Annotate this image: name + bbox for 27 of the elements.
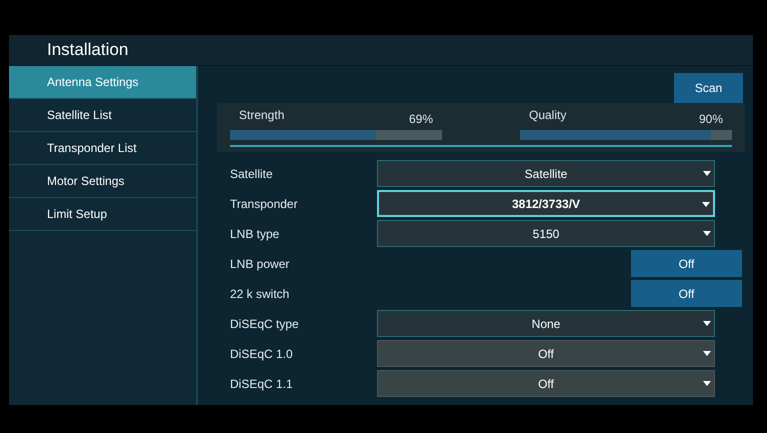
meter-reading: 90% [698, 111, 723, 126]
dropdown-field[interactable]: 5150 [377, 220, 715, 247]
meter-label: Strength [239, 107, 284, 124]
dropdown-caret-icon [702, 202, 710, 207]
setting-label: Transponder [230, 196, 299, 212]
dropdown-caret-icon [703, 231, 711, 236]
setting-label: DiSEqC 1.1 [230, 376, 294, 392]
setting-label: LNB power [230, 256, 290, 272]
toggle-button[interactable]: Off [631, 280, 742, 307]
setting-label: 22 k switch [230, 286, 290, 302]
meter-label: Quality [529, 107, 566, 124]
dropdown-field[interactable]: 3812/3733/V [377, 190, 715, 217]
setting-label: DiSEqC 1.0 [230, 346, 294, 362]
dropdown-field[interactable]: None [377, 310, 715, 337]
sidebar-item[interactable]: Antenna Settings [9, 66, 196, 99]
setting-label: LNB type [230, 226, 280, 242]
scan-button[interactable]: Scan [674, 73, 743, 103]
dropdown-caret-icon [703, 171, 711, 176]
toggle-button[interactable]: Off [631, 250, 742, 277]
meter-reading: 69% [408, 111, 433, 126]
dropdown-caret-icon [703, 351, 711, 356]
setting-label: DiSEqC type [230, 316, 300, 332]
dropdown-caret-icon [703, 321, 711, 326]
dropdown-field[interactable]: Satellite [377, 160, 715, 187]
page-title: Installation [47, 39, 128, 62]
dropdown-caret-icon [703, 381, 711, 386]
setting-label: Satellite [230, 166, 274, 182]
